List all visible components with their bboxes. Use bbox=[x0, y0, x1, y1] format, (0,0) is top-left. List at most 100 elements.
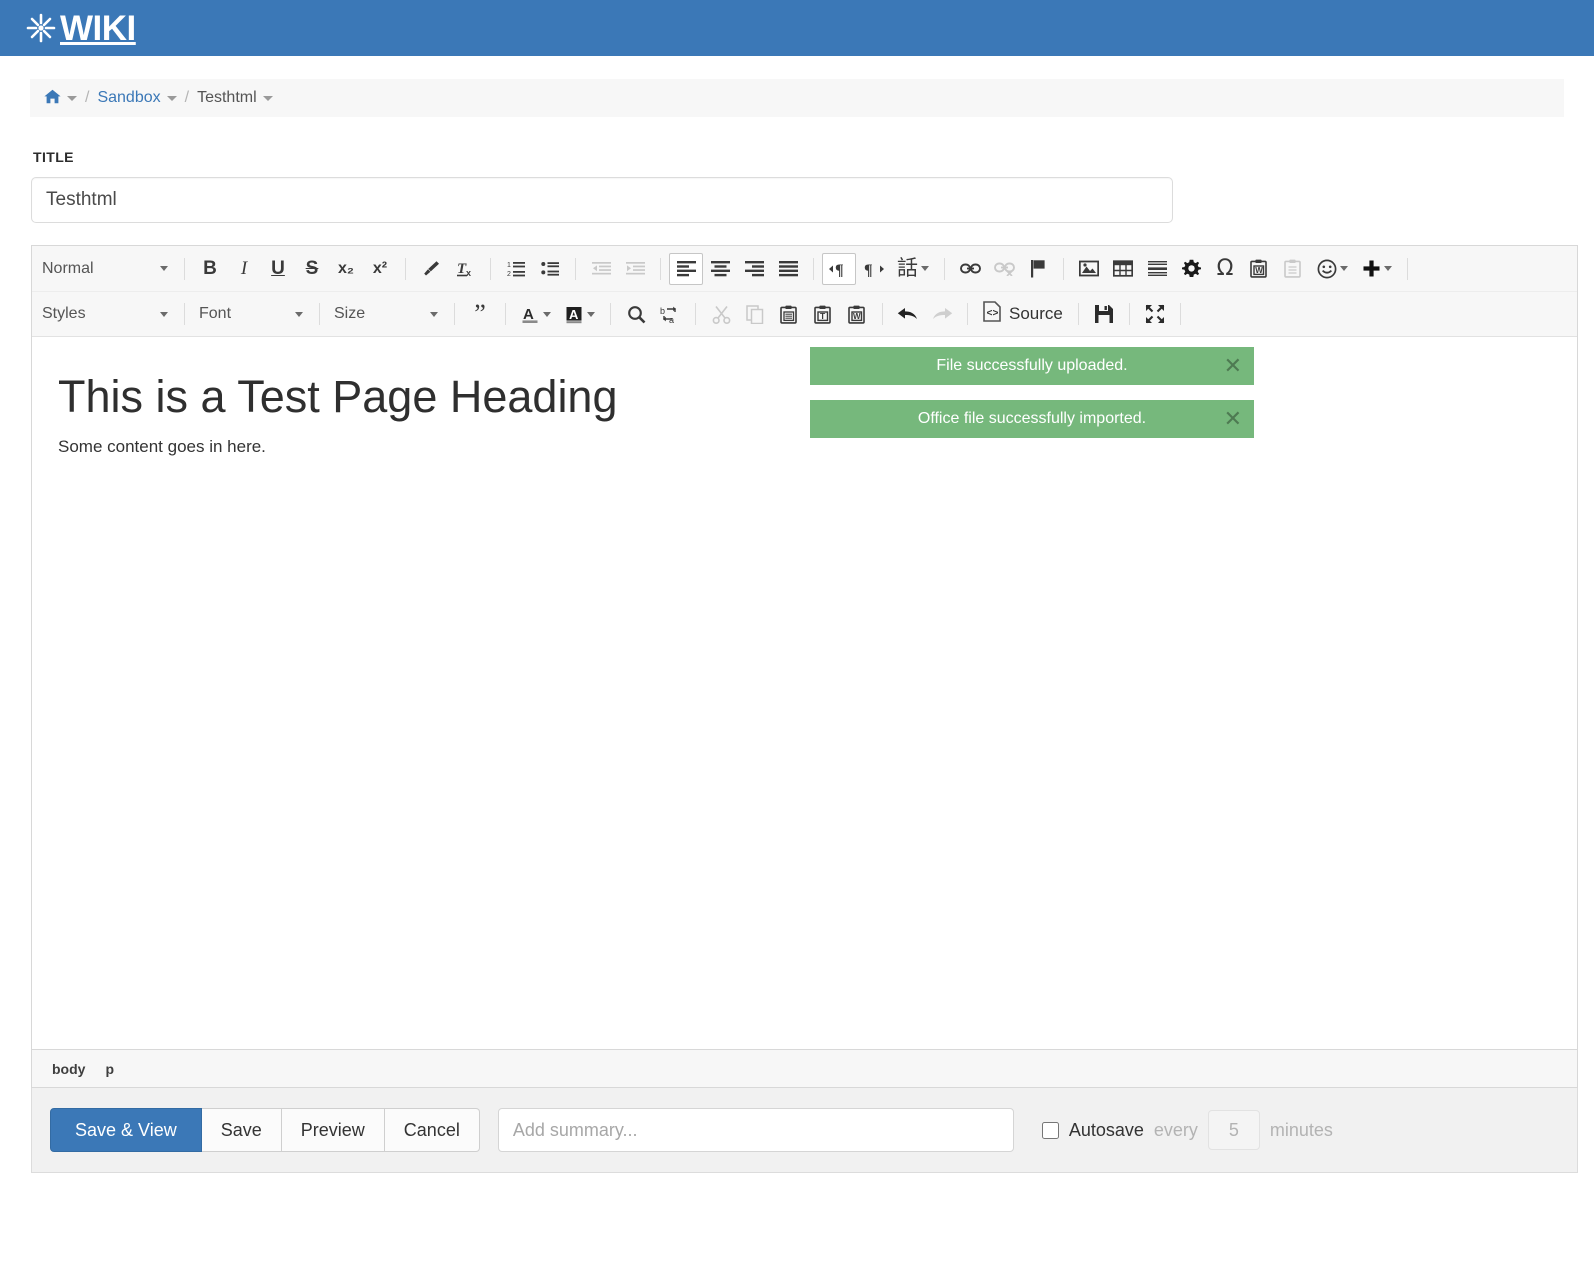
superscript-button[interactable]: x² bbox=[363, 253, 397, 285]
copy-button[interactable] bbox=[738, 298, 772, 330]
toolbar-separator bbox=[967, 303, 968, 325]
numbered-list-button[interactable]: 1 2 bbox=[499, 253, 533, 285]
home-dropdown-caret-icon[interactable] bbox=[67, 95, 77, 101]
close-icon[interactable]: ✕ bbox=[1224, 408, 1242, 430]
summary-input[interactable] bbox=[497, 1108, 1014, 1152]
xwiki-logo[interactable]: WIKI bbox=[24, 11, 136, 46]
emoticon-button[interactable] bbox=[1310, 253, 1355, 285]
text-direction-ltr-button[interactable]: ¶ bbox=[822, 252, 856, 285]
toolbar-separator bbox=[813, 257, 814, 280]
image-button[interactable] bbox=[1072, 253, 1106, 285]
paste-button[interactable] bbox=[1276, 253, 1310, 285]
paste-button[interactable] bbox=[772, 298, 806, 330]
cut-button[interactable] bbox=[704, 298, 738, 330]
text-direction-rtl-button[interactable]: ¶ bbox=[856, 253, 890, 285]
special-character-button[interactable]: Ω bbox=[1208, 253, 1242, 285]
decrease-indent-button[interactable] bbox=[584, 253, 618, 285]
cancel-button[interactable]: Cancel bbox=[384, 1108, 480, 1152]
increase-indent-icon bbox=[625, 259, 645, 278]
breadcrumb: / Sandbox / Testhtml bbox=[30, 79, 1564, 117]
find-button[interactable] bbox=[619, 298, 653, 330]
underline-icon: U bbox=[271, 258, 285, 279]
save-and-view-button[interactable]: Save & View bbox=[50, 1108, 202, 1152]
element-path-item-body[interactable]: body bbox=[52, 1061, 85, 1077]
size-select[interactable]: Size bbox=[328, 299, 446, 329]
breadcrumb-item-sandbox[interactable]: Sandbox bbox=[97, 89, 160, 107]
title-input[interactable] bbox=[31, 177, 1173, 223]
autosave-checkbox[interactable] bbox=[1041, 1121, 1059, 1139]
wysiwyg-editor: Normal B I U S x₂ x² T x 1 2 ¶ ¶ 話 Ω W S… bbox=[31, 245, 1578, 1088]
justify-button[interactable] bbox=[771, 253, 805, 285]
table-button[interactable] bbox=[1106, 253, 1140, 285]
blockquote-button[interactable]: ” bbox=[463, 298, 497, 330]
undo-button[interactable] bbox=[891, 298, 925, 330]
svg-text:A: A bbox=[569, 307, 579, 322]
italic-button[interactable]: I bbox=[227, 253, 261, 285]
remove-format-button[interactable]: T x bbox=[448, 253, 482, 285]
toolbar-separator bbox=[1407, 257, 1408, 280]
image-icon bbox=[1079, 260, 1099, 277]
replace-button[interactable]: b a bbox=[653, 298, 687, 330]
macro-gear-icon bbox=[1181, 259, 1201, 278]
breadcrumb-separator-1: / bbox=[85, 89, 90, 106]
unlink-button[interactable] bbox=[987, 253, 1021, 285]
toolbar-separator bbox=[1128, 303, 1130, 325]
maximize-icon bbox=[1145, 304, 1165, 324]
subscript-button[interactable]: x₂ bbox=[329, 253, 363, 285]
anchor-button[interactable] bbox=[1021, 253, 1055, 285]
preview-button[interactable]: Preview bbox=[281, 1108, 385, 1152]
chevron-down-icon bbox=[295, 311, 303, 317]
autosave-every-label: every bbox=[1153, 1119, 1198, 1140]
underline-button[interactable]: U bbox=[261, 253, 295, 285]
autosave-minutes-label: minutes bbox=[1269, 1119, 1333, 1140]
copy-formatting-button[interactable] bbox=[414, 253, 448, 285]
home-icon[interactable] bbox=[44, 89, 61, 108]
toolbar-separator bbox=[1179, 303, 1181, 325]
maximize-button[interactable] bbox=[1138, 298, 1172, 330]
paragraph-format-select[interactable]: Normal bbox=[36, 254, 176, 284]
macro-settings-button[interactable] bbox=[1174, 253, 1208, 285]
language-button[interactable]: 話 bbox=[890, 253, 936, 285]
chevron-down-icon bbox=[587, 311, 595, 317]
close-icon[interactable]: ✕ bbox=[1224, 355, 1242, 377]
autosave-minutes-input[interactable] bbox=[1207, 1110, 1260, 1150]
svg-text:W: W bbox=[1255, 266, 1263, 275]
superscript-icon: x² bbox=[372, 259, 388, 277]
save-button[interactable]: Save bbox=[201, 1108, 282, 1152]
font-select[interactable]: Font bbox=[193, 299, 311, 329]
editor-content-area[interactable]: This is a Test Page Heading Some content… bbox=[32, 337, 1577, 1049]
align-right-button[interactable] bbox=[737, 253, 771, 285]
strikethrough-button[interactable]: S bbox=[295, 253, 329, 285]
sandbox-dropdown-caret-icon[interactable] bbox=[166, 95, 177, 101]
increase-indent-button[interactable] bbox=[618, 253, 652, 285]
bulleted-list-button[interactable] bbox=[533, 253, 567, 285]
paste-from-word-button[interactable]: W bbox=[1242, 253, 1276, 285]
cut-icon bbox=[712, 305, 731, 324]
blockquote-icon: ” bbox=[474, 299, 486, 329]
save-toolbar-button[interactable] bbox=[1087, 298, 1121, 330]
logo-text: WIKI bbox=[60, 8, 136, 48]
element-path-item-p[interactable]: p bbox=[105, 1061, 114, 1077]
chevron-down-icon bbox=[1340, 266, 1348, 271]
bold-button[interactable]: B bbox=[193, 253, 227, 285]
align-center-button[interactable] bbox=[703, 253, 737, 285]
redo-button[interactable] bbox=[925, 298, 959, 330]
testhtml-dropdown-caret-icon[interactable] bbox=[262, 95, 273, 101]
paste-as-plain-text-button[interactable]: T bbox=[806, 298, 840, 330]
text-color-button[interactable]: A bbox=[514, 298, 558, 330]
breadcrumb-item-testhtml: Testhtml bbox=[197, 89, 257, 106]
source-button[interactable]: <> Source bbox=[976, 298, 1070, 330]
copy-icon bbox=[745, 304, 765, 324]
notification-file-uploaded: File successfully uploaded. ✕ bbox=[810, 347, 1254, 385]
styles-select[interactable]: Styles bbox=[36, 299, 176, 329]
link-button[interactable] bbox=[953, 253, 987, 285]
document-heading: This is a Test Page Heading bbox=[58, 371, 618, 422]
horizontal-rule-button[interactable] bbox=[1140, 253, 1174, 285]
background-color-button[interactable]: A bbox=[558, 298, 602, 330]
numbered-list-icon: 1 2 bbox=[507, 259, 526, 278]
replace-icon: b a bbox=[660, 305, 680, 324]
insert-button[interactable] bbox=[1355, 253, 1399, 285]
table-icon bbox=[1113, 260, 1133, 277]
paste-from-word-button[interactable]: W bbox=[840, 298, 874, 330]
align-left-button[interactable] bbox=[669, 252, 703, 285]
